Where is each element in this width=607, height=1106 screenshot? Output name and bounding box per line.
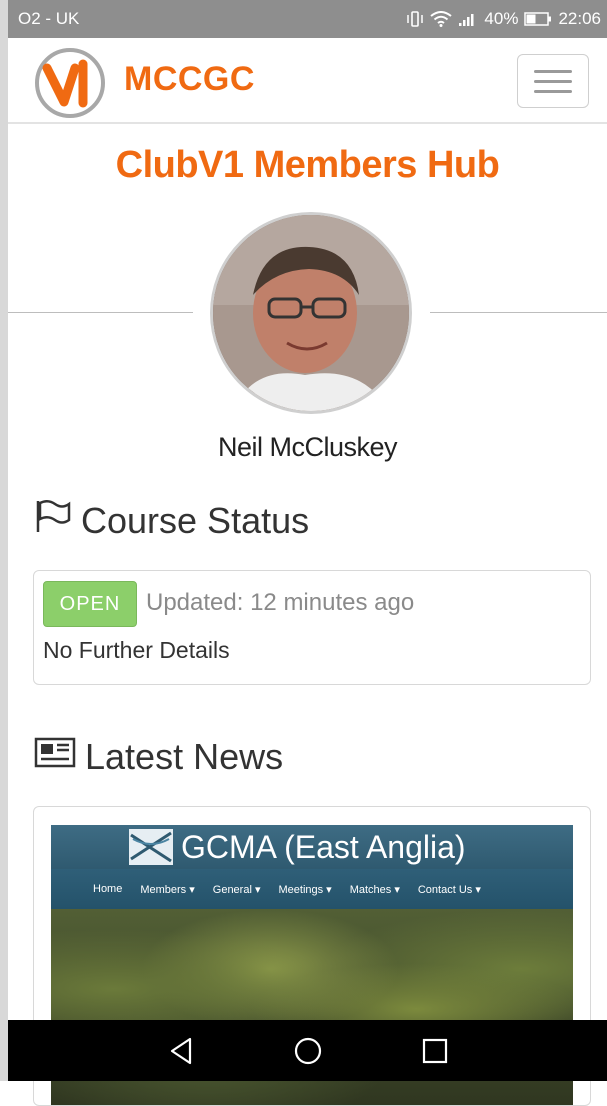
status-details: No Further Details: [43, 637, 230, 663]
status-badge: OPEN: [43, 581, 137, 627]
hamburger-menu-icon: [534, 69, 572, 73]
newspaper-icon: [33, 734, 77, 779]
status-bar: O2 - UK 40% 22:06: [8, 0, 607, 38]
signal-icon: [458, 11, 478, 27]
divider-right: [430, 312, 607, 313]
top-navbar: MCCGC: [8, 38, 607, 124]
course-status-card: OPEN Updated: 12 minutes ago No Further …: [33, 570, 591, 685]
news-nav-item: General ▾: [212, 883, 261, 896]
clubv1-logo-icon[interactable]: [33, 46, 107, 120]
clock: 22:06: [558, 9, 601, 28]
news-nav-item: Home: [93, 883, 123, 895]
news-image-title: GCMA (East Anglia): [181, 829, 466, 865]
updated-text: Updated: 12 minutes ago: [146, 589, 415, 616]
latest-news-label: Latest News: [85, 735, 284, 777]
vibrate-icon: [406, 11, 424, 27]
battery-percent: 40%: [484, 9, 519, 28]
course-status-heading: Course Status: [33, 498, 309, 543]
wifi-icon: [430, 11, 453, 27]
course-status-label: Course Status: [81, 499, 310, 541]
news-image-header: GCMA (East Anglia): [51, 825, 573, 869]
news-nav-item: Members ▾: [140, 883, 195, 896]
battery-icon: [524, 12, 552, 26]
divider-left: [8, 312, 193, 313]
status-icons: 40% 22:06: [406, 9, 601, 29]
hamburger-menu-button[interactable]: [517, 54, 589, 108]
news-nav-item: Matches ▾: [349, 883, 400, 896]
carrier-label: O2 - UK: [18, 9, 80, 28]
page-title: ClubV1 Members Hub: [115, 144, 500, 186]
member-avatar[interactable]: [210, 212, 412, 414]
gcma-logo-icon: [129, 829, 173, 870]
news-nav-item: Meetings ▾: [278, 883, 332, 896]
flag-icon: [33, 498, 73, 543]
brand-name[interactable]: MCCGC: [124, 60, 255, 99]
system-nav-bar: [8, 1020, 607, 1081]
member-name: Neil McCluskey: [217, 432, 398, 462]
home-circle-icon[interactable]: [293, 1036, 323, 1066]
news-nav-item: Contact Us ▾: [417, 883, 481, 896]
back-triangle-icon[interactable]: [168, 1037, 194, 1065]
recents-square-icon[interactable]: [422, 1038, 448, 1064]
news-image-nav: Home Members ▾ General ▾ Meetings ▾ Matc…: [51, 869, 573, 909]
screen-edge: [0, 0, 8, 1081]
latest-news-heading: Latest News: [33, 734, 283, 779]
